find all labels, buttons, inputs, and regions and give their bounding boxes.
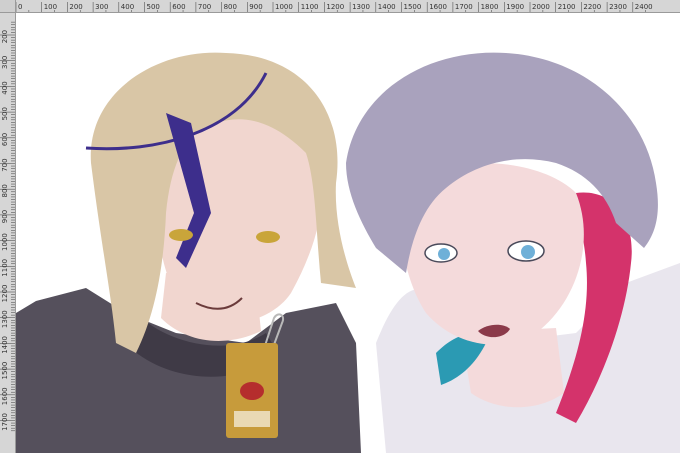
left-character-left-eye xyxy=(169,229,193,241)
ruler-label: 900 xyxy=(249,3,262,11)
ruler-label: 1100 xyxy=(1,259,9,277)
artwork-illustration xyxy=(16,52,680,453)
ruler-label: 1600 xyxy=(1,387,9,405)
ruler-label: 2300 xyxy=(609,3,627,11)
ruler-label: 300 xyxy=(95,3,108,11)
ruler-label: 2000 xyxy=(532,3,550,11)
ruler-label: 2200 xyxy=(583,3,601,11)
right-character xyxy=(346,52,680,453)
ruler-label: 100 xyxy=(44,3,57,11)
ruler-label: 600 xyxy=(1,133,9,146)
ruler-label: 1400 xyxy=(1,336,9,354)
ruler-corner xyxy=(0,0,16,13)
ruler-label: 2400 xyxy=(635,3,653,11)
ruler-label: 900 xyxy=(1,210,9,223)
ruler-label: 700 xyxy=(198,3,211,11)
ruler-label: 1500 xyxy=(404,3,422,11)
ruler-label: 800 xyxy=(224,3,237,11)
ruler-label: 1500 xyxy=(1,362,9,380)
right-character-iris-right xyxy=(521,245,535,259)
ruler-label: 1700 xyxy=(1,413,9,431)
left-character xyxy=(16,52,361,453)
ruler-label: 1000 xyxy=(1,233,9,251)
ruler-label: 1200 xyxy=(1,285,9,303)
horizontal-ruler: 0 100 200 300 400 500 600 700 800 900 1000 1100 1200… xyxy=(16,0,680,13)
ruler-label: 1000 xyxy=(275,3,293,11)
ruler-label: 1900 xyxy=(506,3,524,11)
ruler-label: 0 xyxy=(18,3,22,11)
badge-gem xyxy=(240,382,264,400)
ruler-label: 500 xyxy=(147,3,160,11)
ruler-label: 800 xyxy=(1,184,9,197)
ruler-label: 1700 xyxy=(455,3,473,11)
ruler-label: 700 xyxy=(1,158,9,171)
ruler-label: 1800 xyxy=(481,3,499,11)
ruler-label: 400 xyxy=(1,81,9,94)
ruler-label: 1600 xyxy=(429,3,447,11)
ruler-label: 1200 xyxy=(326,3,344,11)
horizontal-ruler-ticks: 0 100 200 300 400 500 600 700 800 900 1000 1100 1200… xyxy=(16,2,653,12)
ruler-label: 1400 xyxy=(378,3,396,11)
ruler-label: 2100 xyxy=(558,3,576,11)
ruler-label: 500 xyxy=(1,107,9,120)
ruler-label: 600 xyxy=(172,3,185,11)
drawing-canvas[interactable] xyxy=(16,13,680,453)
ruler-label: 200 xyxy=(69,3,82,11)
vertical-ruler: 200 300 400 500 600 700 800 900 1000 1100 1200 1300… xyxy=(0,13,16,453)
ruler-label: 1300 xyxy=(352,3,370,11)
ruler-label: 400 xyxy=(121,3,134,11)
ruler-label: 1300 xyxy=(1,310,9,328)
ruler-label: 1100 xyxy=(301,3,319,11)
vertical-ruler-ticks: 200 300 400 500 600 700 800 900 1000 1100 1200 1300… xyxy=(0,21,15,432)
right-character-iris-left xyxy=(438,248,450,260)
badge-label xyxy=(234,411,270,427)
ruler-label: 300 xyxy=(1,56,9,69)
left-character-right-eye xyxy=(256,231,280,243)
ruler-label: 200 xyxy=(1,30,9,43)
